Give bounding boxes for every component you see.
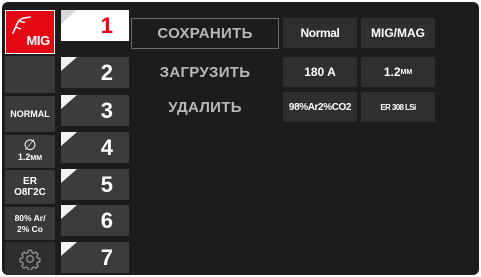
slot-number: 7: [100, 245, 113, 270]
info-alloy: ER 308 LSi: [361, 92, 435, 122]
slot-corner: [61, 132, 77, 146]
status-gas-line1: 80% Ar/: [14, 212, 46, 223]
slot-number: 2: [100, 60, 113, 85]
status-cell-empty: [5, 56, 55, 93]
status-column: MIG NORMAL ∅ 1.2MM ER O8Г2С 80% Ar/ 2% C…: [2, 2, 58, 275]
info-gas: 98%Ar2%CO2: [283, 92, 357, 122]
status-cell-mode[interactable]: NORMAL: [5, 96, 55, 132]
memory-slot-6[interactable]: 6: [61, 205, 129, 236]
info-mode: Normal: [283, 18, 357, 48]
status-cell-wire[interactable]: ∅ 1.2MM: [5, 135, 55, 168]
info-process: MIG/MAG: [361, 18, 435, 48]
status-normal-label: NORMAL: [10, 108, 50, 119]
process-mode-badge[interactable]: MIG: [5, 10, 55, 54]
memory-slot-1[interactable]: 1: [61, 10, 129, 41]
welder-screen: MIG NORMAL ∅ 1.2MM ER O8Г2С 80% Ar/ 2% C…: [2, 2, 479, 275]
gear-icon: [19, 249, 41, 270]
delete-button[interactable]: УДАЛИТЬ: [131, 92, 279, 122]
memory-slot-5[interactable]: 5: [61, 169, 129, 200]
status-alloy-line1: ER: [23, 176, 37, 187]
info-wire: 1.2 MM: [361, 57, 435, 87]
slot-number: 3: [100, 98, 113, 123]
slot-corner: [61, 242, 77, 256]
status-cell-alloy[interactable]: ER O8Г2С: [5, 170, 55, 204]
slot-corner: [61, 57, 77, 71]
slot-corner: [61, 10, 77, 24]
memory-slot-7[interactable]: 7: [61, 242, 129, 273]
slot-corner: [61, 169, 77, 183]
memory-slot-4[interactable]: 4: [61, 132, 129, 163]
memory-slot-3[interactable]: 3: [61, 95, 129, 126]
slot-number: 1: [100, 13, 113, 38]
info-current: 180 A: [283, 57, 357, 87]
slot-corner: [61, 205, 77, 219]
status-gas-line2: 2% Co: [17, 223, 43, 234]
load-button[interactable]: ЗАГРУЗИТЬ: [131, 57, 279, 87]
slot-number: 6: [100, 208, 113, 233]
status-wire-label: 1.2MM: [17, 152, 43, 162]
slot-corner: [61, 95, 77, 109]
save-button[interactable]: СОХРАНИТЬ: [131, 18, 279, 49]
diameter-icon: ∅: [23, 137, 37, 154]
mode-badge-label: MIG: [26, 33, 50, 48]
memory-slot-2[interactable]: 2: [61, 57, 129, 88]
torch-icon: [12, 16, 31, 34]
status-cell-gas[interactable]: 80% Ar/ 2% Co: [5, 207, 55, 240]
slot-number: 5: [100, 172, 113, 197]
slot-number: 4: [100, 135, 113, 160]
status-alloy-line2: O8Г2С: [14, 187, 46, 198]
settings-button[interactable]: [5, 242, 55, 275]
